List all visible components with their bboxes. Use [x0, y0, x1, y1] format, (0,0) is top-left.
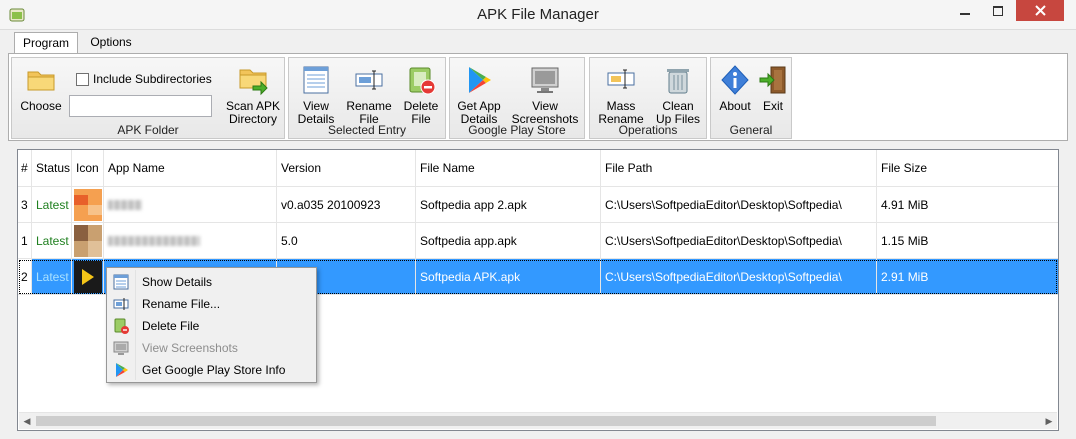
- group-general: About Exit General: [710, 57, 792, 139]
- tab-program[interactable]: Program: [14, 32, 78, 54]
- row-file-size: 2.91 MiB: [881, 269, 929, 284]
- folder-icon: [27, 71, 55, 91]
- scroll-left-icon[interactable]: ◀: [21, 415, 33, 427]
- play-store-icon: [469, 67, 491, 93]
- column-header-app-name[interactable]: App Name: [104, 150, 277, 186]
- delete-file-button[interactable]: Delete File: [399, 64, 443, 126]
- table-row[interactable]: 3 Latest v0.a035 20100923 Softpedia app …: [18, 187, 1058, 223]
- column-header-icon[interactable]: Icon: [72, 150, 104, 186]
- trash-icon: [667, 69, 689, 94]
- row-status: Latest: [32, 187, 72, 222]
- group-label-selected-entry: Selected Entry: [327, 123, 407, 137]
- group-apk-folder: Choose Include Subdirectories Scan APK D…: [11, 57, 285, 139]
- row-app-icon: [72, 187, 104, 222]
- app-icon-pixelated: [74, 188, 102, 221]
- row-number: 3: [18, 187, 32, 222]
- group-google-play-store: Get App Details View Screenshots Google …: [449, 57, 585, 139]
- row-app-icon: [72, 223, 104, 258]
- clean-up-files-button[interactable]: Clean Up Files: [652, 64, 704, 126]
- horizontal-scrollbar[interactable]: ◀ ▶: [19, 412, 1057, 429]
- title-bar: APK File Manager: [0, 0, 1076, 30]
- screenshots-icon: [531, 67, 559, 93]
- include-subdirectories-checkbox[interactable]: Include Subdirectories: [76, 72, 212, 86]
- row-file-size: 1.15 MiB: [881, 233, 929, 248]
- row-number: 2: [18, 259, 32, 294]
- mass-rename-icon: [607, 69, 635, 89]
- blurred-app-name: [108, 235, 200, 246]
- group-label-general: General: [729, 123, 773, 137]
- minimize-button[interactable]: [950, 0, 980, 21]
- column-header-number[interactable]: #: [18, 150, 32, 186]
- row-app-name: [104, 223, 277, 258]
- view-details-button[interactable]: View Details: [293, 64, 339, 126]
- table-row[interactable]: 1 Latest 5.0 Softpedia app.apk C:\Users\…: [18, 223, 1058, 259]
- row-file-path: C:\Users\SoftpediaEditor\Desktop\Softped…: [601, 259, 877, 294]
- group-label-google-play-store: Google Play Store: [468, 123, 566, 137]
- row-file-size: 4.91 MiB: [881, 197, 929, 212]
- view-screenshots-button[interactable]: View Screenshots: [508, 64, 582, 126]
- maximize-button[interactable]: [983, 0, 1013, 21]
- menu-item-delete-file[interactable]: Delete File: [109, 315, 314, 337]
- group-operations: Mass Rename Clean Up Files Operations: [589, 57, 707, 139]
- column-header-file-path[interactable]: File Path: [601, 150, 877, 186]
- exit-door-icon: [759, 66, 786, 94]
- row-app-icon: [72, 259, 104, 294]
- rename-icon: [355, 70, 383, 90]
- group-label-operations: Operations: [618, 123, 678, 137]
- ribbon: Choose Include Subdirectories Scan APK D…: [8, 53, 1068, 141]
- choose-button[interactable]: Choose: [16, 64, 66, 113]
- delete-icon: [114, 318, 129, 334]
- row-status: Latest: [32, 259, 72, 294]
- row-file-name: Softpedia app.apk: [416, 223, 601, 258]
- row-status: Latest: [32, 223, 72, 258]
- scan-apk-directory-button[interactable]: Scan APK Directory: [222, 64, 284, 126]
- row-file-path: C:\Users\SoftpediaEditor\Desktop\Softped…: [601, 187, 877, 222]
- minimize-icon: [960, 12, 970, 15]
- group-selected-entry: View Details Rename File Delete File Sel…: [288, 57, 446, 139]
- menu-item-get-google-play-store-info[interactable]: Get Google Play Store Info: [109, 359, 314, 381]
- table-header: # Status Icon App Name Version File Name…: [18, 150, 1058, 187]
- blurred-app-name: [108, 199, 142, 210]
- details-icon: [303, 66, 329, 94]
- details-icon: [113, 274, 129, 290]
- tab-options[interactable]: Options: [81, 32, 141, 54]
- column-header-status[interactable]: Status: [32, 150, 72, 186]
- app-icon-pixelated: [74, 224, 102, 257]
- checkbox-box[interactable]: [76, 72, 89, 86]
- column-header-file-size[interactable]: File Size: [877, 150, 1058, 186]
- context-menu: Show Details Rename File... Delete File …: [106, 267, 317, 383]
- row-file-name: Softpedia APK.apk: [416, 259, 601, 294]
- close-icon: [1034, 5, 1046, 16]
- menu-item-show-details[interactable]: Show Details: [109, 271, 314, 293]
- window-title: APK File Manager: [477, 6, 599, 23]
- column-header-file-name[interactable]: File Name: [416, 150, 601, 186]
- menu-item-view-screenshots[interactable]: View Screenshots: [109, 337, 314, 359]
- row-app-name: [104, 187, 277, 222]
- row-file-path: C:\Users\SoftpediaEditor\Desktop\Softped…: [601, 223, 877, 258]
- scan-folder-icon: [239, 69, 268, 96]
- rename-file-button[interactable]: Rename File: [343, 64, 395, 126]
- mass-rename-button[interactable]: Mass Rename: [594, 64, 648, 126]
- maximize-icon: [993, 5, 1003, 16]
- get-app-details-button[interactable]: Get App Details: [454, 64, 504, 126]
- menu-item-rename-file[interactable]: Rename File...: [109, 293, 314, 315]
- delete-icon: [409, 67, 436, 95]
- folder-path-input[interactable]: [69, 95, 212, 117]
- scrollbar-thumb[interactable]: [36, 416, 936, 426]
- scroll-right-icon[interactable]: ▶: [1043, 415, 1055, 427]
- screenshots-icon: [113, 341, 129, 355]
- column-header-version[interactable]: Version: [277, 150, 416, 186]
- rename-icon: [113, 298, 129, 310]
- row-version: v0.a035 20100923: [277, 187, 416, 222]
- close-button[interactable]: [1016, 0, 1064, 21]
- row-version: 5.0: [277, 223, 416, 258]
- about-button[interactable]: About: [715, 64, 755, 113]
- play-store-icon: [116, 363, 128, 377]
- group-label-apk-folder: APK Folder: [117, 123, 179, 137]
- exit-button[interactable]: Exit: [757, 64, 789, 113]
- row-number: 1: [18, 223, 32, 258]
- app-icon-pixelated: [74, 260, 102, 293]
- row-file-name: Softpedia app 2.apk: [416, 187, 601, 222]
- info-icon: [721, 65, 749, 95]
